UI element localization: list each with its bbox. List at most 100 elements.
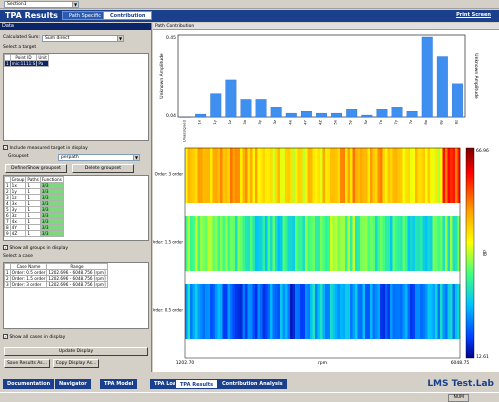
heatmap-cell xyxy=(385,284,388,339)
heatmap-cell xyxy=(410,148,413,203)
bar xyxy=(225,79,237,118)
show-all-cases-row[interactable]: ✓ Show all cases in display xyxy=(3,334,65,341)
chevron-down-icon: ▼ xyxy=(133,155,139,160)
bar xyxy=(361,114,373,118)
heatmap-cell xyxy=(237,284,241,339)
heatmap-cell xyxy=(335,148,338,203)
table-cell: 1202.696 - 6048.756 [rpm] xyxy=(46,275,108,282)
num-lock-indicator: NUM xyxy=(448,394,469,402)
nav-tpa-results[interactable]: TPA Results xyxy=(175,379,219,389)
heatmap-cell xyxy=(312,216,316,271)
heatmap-cell xyxy=(307,216,311,271)
heatmap-cell xyxy=(412,216,416,271)
heatmap-cell xyxy=(260,216,263,271)
heatmap-cell xyxy=(392,216,396,271)
heatmap-cell xyxy=(195,148,198,203)
table-row[interactable]: 2 Order: 1.5 order 1202.696 - 6048.756 [rp… xyxy=(4,275,108,282)
table-row[interactable]: 3 Order: 3 order 1202.696 - 6048.756 [rpm] xyxy=(4,281,108,288)
heatmap-cell xyxy=(292,216,296,271)
heatmap-cell xyxy=(227,216,231,271)
heatmap-cell xyxy=(232,284,236,339)
define-show-groupset-button[interactable]: Define/Show groupset xyxy=(5,164,67,173)
show-all-cases-checkbox[interactable]: ✓ xyxy=(3,334,8,339)
heatmap-cell xyxy=(420,148,423,203)
calculated-sum-select[interactable]: Sum direct ▼ xyxy=(42,35,124,42)
heatmap-cell xyxy=(247,216,251,271)
heatmap-cell xyxy=(207,148,211,203)
nav-tpa-model[interactable]: TPA Model xyxy=(100,379,138,389)
y-tick-top: 0.45 xyxy=(166,35,176,41)
nav-navigator[interactable]: Navigator xyxy=(55,379,91,389)
heatmap-cell xyxy=(285,284,288,339)
update-display-button[interactable]: Update Display xyxy=(4,347,148,356)
tab-contribution[interactable]: Contribution xyxy=(103,11,153,20)
heatmap-cell xyxy=(375,148,378,203)
heatmap-cell xyxy=(207,284,211,339)
heatmap-cell xyxy=(420,216,423,271)
x-tick-label: 5x xyxy=(333,119,338,124)
copy-display-button[interactable]: Copy Display As... xyxy=(53,359,99,368)
select-target-label: Select a target xyxy=(3,45,37,50)
section-select[interactable]: Section1 ▼ xyxy=(4,1,79,8)
show-all-groups-checkbox[interactable]: ✓ xyxy=(3,245,8,250)
heatmap-cell xyxy=(217,216,221,271)
print-screen-link[interactable]: Print Screen xyxy=(456,12,491,18)
heatmap-cell xyxy=(300,216,303,271)
heatmap-cell xyxy=(270,284,273,339)
bar xyxy=(346,109,358,118)
table-cell: 1202.696 - 6048.756 [rpm] xyxy=(46,281,108,288)
heatmap-row-label: Order: 1.5 order xyxy=(153,240,183,245)
status-bar: NUM xyxy=(0,392,499,402)
heatmap-cell xyxy=(440,216,443,271)
show-all-groups-row[interactable]: ✓ Show all groups in display xyxy=(3,245,68,252)
table-row[interactable]: 1 mic:1111:S Pa xyxy=(4,60,49,67)
heatmap-cell xyxy=(337,148,341,203)
include-measured-row[interactable]: ✓ Include measured target in display xyxy=(3,145,88,152)
x-tick-label: 3y xyxy=(257,119,262,124)
table-row[interactable]: 1 Order: 0.5 order 1202.696 - 6048.756 [rp… xyxy=(4,269,108,276)
heatmap-cell xyxy=(410,284,413,339)
heatmap-cell xyxy=(385,216,388,271)
heatmap-cell xyxy=(305,148,308,203)
x-tick-label: 1z xyxy=(227,120,232,124)
calculated-sum-label: Calculated Sum: xyxy=(3,35,40,40)
heatmap-cell xyxy=(300,284,303,339)
heatmap-cell xyxy=(405,216,408,271)
heatmap-cell xyxy=(210,284,213,339)
heatmap-cell xyxy=(230,148,233,203)
include-measured-checkbox[interactable]: ✓ xyxy=(3,145,8,150)
table-cell: 1 xyxy=(25,230,41,237)
heatmap-cell xyxy=(437,148,441,203)
heatmap-cell xyxy=(272,148,276,203)
heatmap-cell xyxy=(325,216,328,271)
heatmap-cell xyxy=(272,216,276,271)
tab-path-specific[interactable]: Path Specific xyxy=(62,11,109,20)
colorbar-bottom-label: 12.61 xyxy=(476,354,489,360)
heatmap-cell xyxy=(337,284,341,339)
heatmap-row-label: Order: 3 order xyxy=(155,172,184,177)
heatmap-cell xyxy=(375,284,378,339)
nav-contribution-analysis[interactable]: Contribution Analysis xyxy=(218,379,287,389)
heatmap-cell xyxy=(280,284,283,339)
heatmap-cell xyxy=(342,216,346,271)
heatmap-cell xyxy=(267,216,271,271)
nav-documentation[interactable]: Documentation xyxy=(3,379,55,389)
delete-groupset-button[interactable]: Delete groupset xyxy=(72,164,134,173)
heatmap-cell xyxy=(200,284,203,339)
table-row[interactable]: 9 4Z 1 3/3 xyxy=(4,230,64,237)
heatmap-cell xyxy=(242,216,246,271)
heatmap-cell xyxy=(240,148,243,203)
heatmap-cell xyxy=(322,148,326,203)
heatmap-cell xyxy=(347,284,351,339)
heatmap-cell xyxy=(295,284,298,339)
heatmap-cell xyxy=(425,148,428,203)
heatmap-cell xyxy=(235,284,238,339)
save-results-button[interactable]: Save Results As... xyxy=(4,359,50,368)
heatmap-cell xyxy=(455,284,458,339)
heatmap-cell xyxy=(185,148,188,203)
heatmap-cell xyxy=(342,284,346,339)
heatmap-cell xyxy=(192,284,196,339)
groupset-select[interactable]: perpath ▼ xyxy=(58,154,140,161)
heatmap-cell xyxy=(327,284,331,339)
heatmap-cell xyxy=(302,216,306,271)
